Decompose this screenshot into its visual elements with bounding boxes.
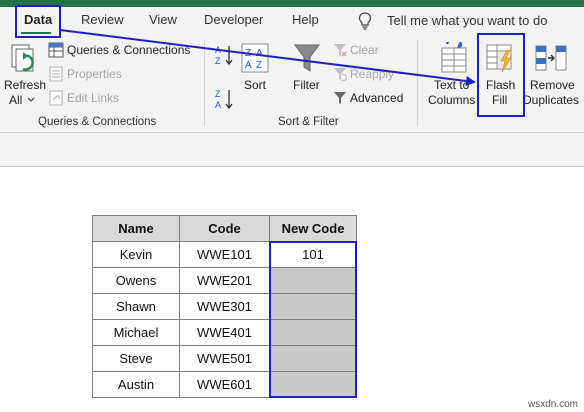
excel-window: Data Review View Developer Help Tell me … (0, 0, 584, 412)
annotation-arrow (59, 29, 476, 86)
watermark: wsxdn.com (527, 399, 578, 410)
